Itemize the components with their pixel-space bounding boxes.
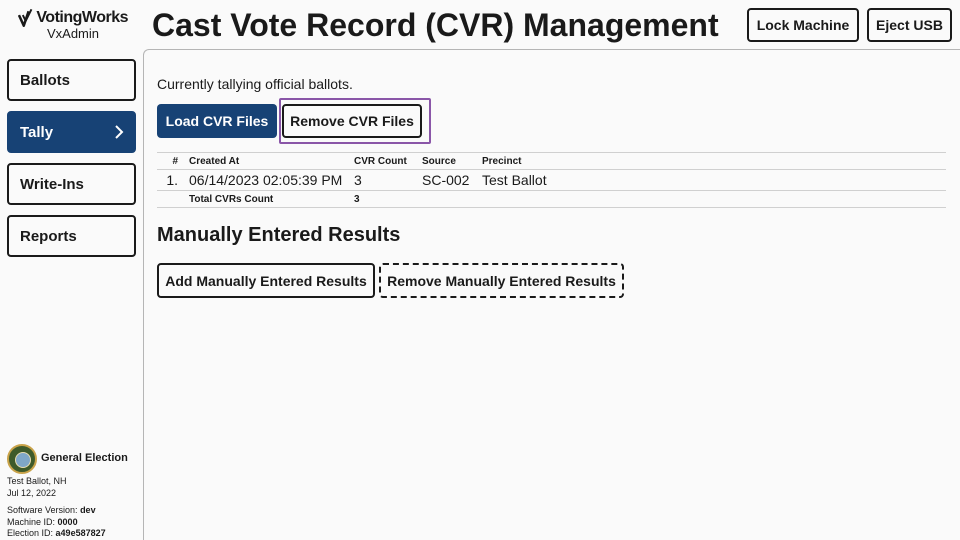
header-precinct: Precinct (482, 155, 522, 167)
nav-write-ins[interactable]: Write-Ins (7, 163, 136, 205)
election-date: Jul 12, 2022 (7, 487, 57, 498)
row-cvr-count: 3 (354, 172, 362, 188)
table-total-row: Total CVRs Count 3 (157, 191, 946, 208)
nav-reports-label: Reports (20, 227, 77, 245)
total-value: 3 (354, 193, 360, 205)
add-manual-results-button[interactable]: Add Manually Entered Results (157, 263, 375, 298)
state-seal-icon (7, 444, 37, 474)
chevron-right-icon (115, 125, 124, 139)
product-name: VxAdmin (46, 26, 100, 41)
election-location: Test Ballot, NH (7, 476, 67, 486)
election-info: General Election Test Ballot, NH Jul 12,… (7, 444, 137, 540)
header-created-at: Created At (189, 155, 240, 167)
nav-write-ins-label: Write-Ins (20, 175, 84, 193)
row-created-at: 06/14/2023 02:05:39 PM (189, 172, 343, 188)
election-title: General Election (41, 452, 128, 465)
software-version: Software Version: dev (7, 505, 96, 515)
page-title: Cast Vote Record (CVR) Management (152, 7, 719, 43)
row-source: SC-002 (422, 172, 470, 188)
brand: VotingWorks VxAdmin (18, 8, 128, 41)
load-cvr-files-button[interactable]: Load CVR Files (157, 104, 277, 138)
tally-status: Currently tallying official ballots. (157, 76, 353, 92)
nav-tally[interactable]: Tally (7, 111, 136, 153)
lock-machine-button[interactable]: Lock Machine (747, 8, 859, 42)
nav-ballots-label: Ballots (20, 71, 71, 89)
machine-id: Machine ID: 0000 (7, 516, 78, 527)
nav-ballots[interactable]: Ballots (7, 59, 136, 101)
brand-name: VotingWorks (36, 9, 128, 26)
remove-manual-results-button[interactable]: Remove Manually Entered Results (379, 263, 624, 298)
checkmark-logo-icon (18, 8, 33, 27)
table-row: 1. 06/14/2023 02:05:39 PM 3 SC-002 Test … (157, 170, 946, 191)
manual-results-title: Manually Entered Results (157, 224, 401, 246)
table-header: # Created At CVR Count Source Precinct (157, 152, 946, 170)
total-label: Total CVRs Count (189, 193, 274, 205)
brand-logo: VotingWorks (18, 8, 128, 28)
header-source: Source (422, 155, 456, 167)
header-num: # (172, 155, 178, 167)
header-cvr-count: CVR Count (354, 155, 407, 167)
nav-reports[interactable]: Reports (7, 215, 136, 257)
sidebar: VotingWorks VxAdmin Ballots Tally Write-… (0, 0, 143, 540)
nav-tally-label: Tally (20, 123, 54, 141)
row-num: 1. (166, 172, 178, 188)
eject-usb-button[interactable]: Eject USB (867, 8, 952, 42)
remove-cvr-files-button[interactable]: Remove CVR Files (282, 104, 422, 138)
election-id: Election ID: a49e587827 (7, 528, 106, 538)
row-precinct: Test Ballot (482, 172, 547, 188)
cvr-table: # Created At CVR Count Source Precinct 1… (157, 152, 946, 208)
